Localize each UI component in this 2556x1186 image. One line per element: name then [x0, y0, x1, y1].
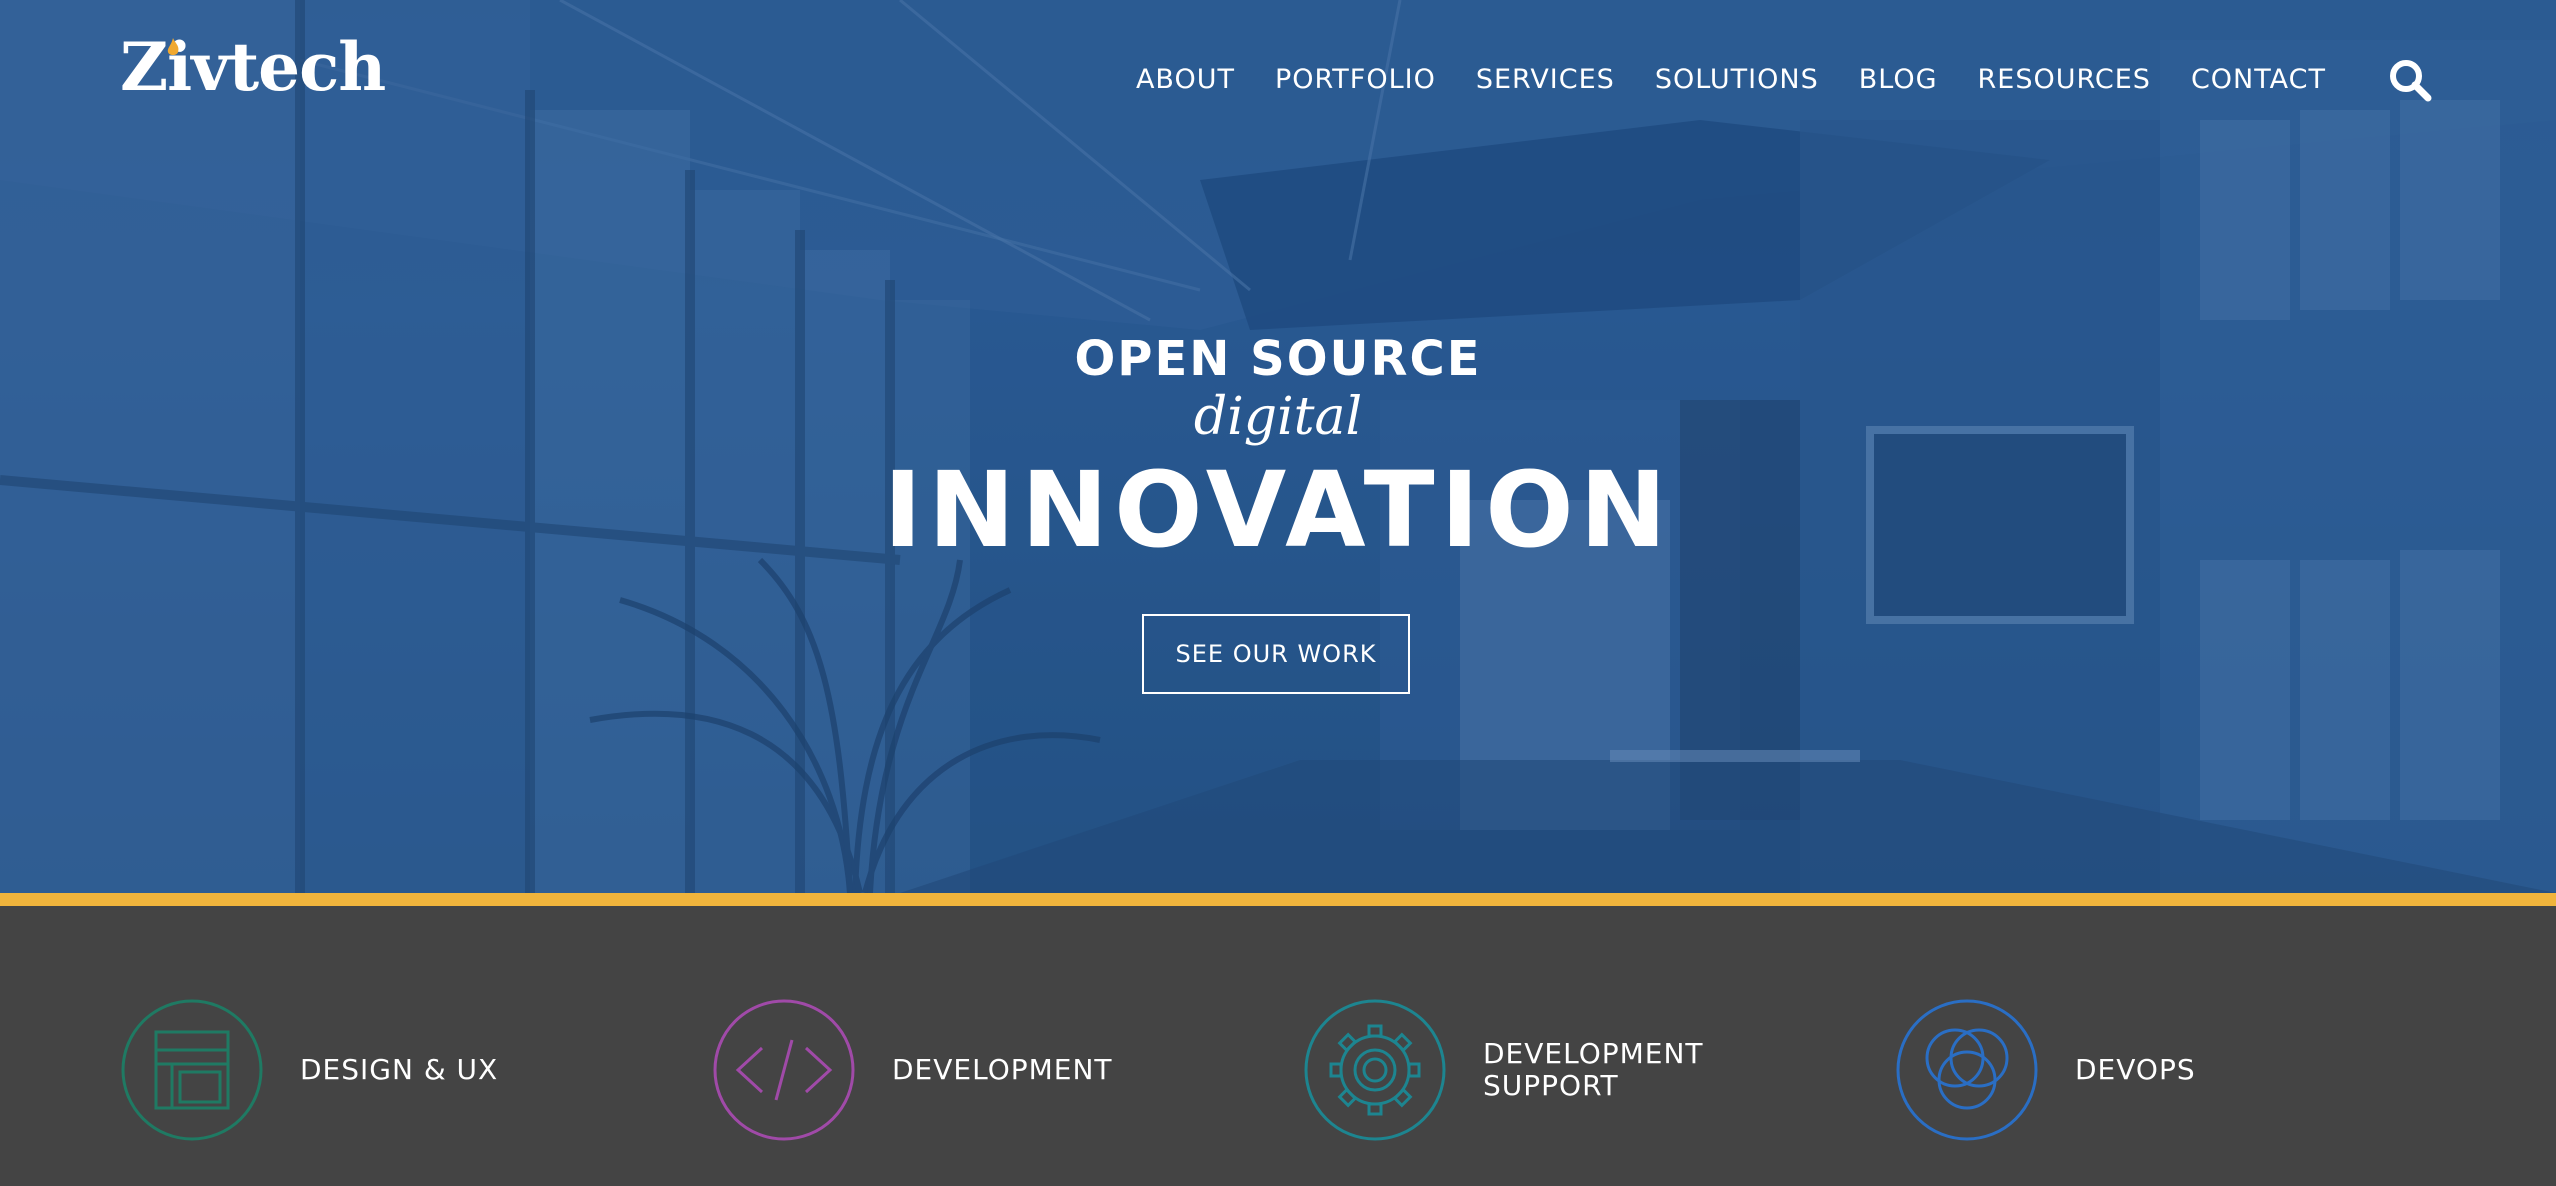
- main-nav: ABOUT PORTFOLIO SERVICES SOLUTIONS BLOG …: [1136, 60, 2326, 100]
- hero-headline-innovation: INNOVATION: [883, 449, 1673, 571]
- nav-solutions[interactable]: SOLUTIONS: [1655, 60, 1819, 100]
- code-icon: [713, 999, 855, 1141]
- nav-contact[interactable]: CONTACT: [2191, 60, 2326, 100]
- hero-section: Zivtech ABOUT PORTFOLIO SERVICES SOLUTIO…: [0, 0, 2556, 893]
- layout-icon: [121, 999, 263, 1141]
- hero-headline-digital: digital: [1193, 387, 1363, 447]
- service-label-development-support: DEVELOPMENT SUPPORT: [1483, 1037, 1704, 1102]
- service-development[interactable]: DEVELOPMENT: [712, 998, 1113, 1142]
- service-label-development: DEVELOPMENT: [892, 1053, 1113, 1086]
- nav-resources[interactable]: RESOURCES: [1978, 60, 2151, 100]
- service-design-ux[interactable]: DESIGN & UX: [120, 998, 498, 1142]
- nav-portfolio[interactable]: PORTFOLIO: [1275, 60, 1436, 100]
- gear-icon: [1304, 999, 1446, 1141]
- service-devops[interactable]: DEVOPS: [1895, 998, 2196, 1142]
- service-label-design-ux: DESIGN & UX: [300, 1053, 499, 1086]
- circles-icon: [1896, 999, 2038, 1141]
- see-our-work-button[interactable]: SEE OUR WORK: [1142, 614, 1410, 694]
- service-label-devops: DEVOPS: [2075, 1053, 2196, 1086]
- logo-flame-icon: [167, 38, 179, 55]
- nav-about[interactable]: ABOUT: [1136, 60, 1235, 100]
- hero-headline-open-source: OPEN SOURCE: [1074, 331, 1482, 387]
- services-bar: DESIGN & UX DEVELOPMENT DEVELOPMENT SUPP…: [0, 906, 2556, 1186]
- accent-stripe: [0, 893, 2556, 906]
- service-development-support[interactable]: DEVELOPMENT SUPPORT: [1303, 998, 1704, 1142]
- search-icon[interactable]: [2386, 56, 2434, 104]
- nav-blog[interactable]: BLOG: [1859, 60, 1938, 100]
- zivtech-logo[interactable]: Zivtech: [120, 28, 386, 106]
- logo-text: Zivtech: [120, 28, 386, 106]
- nav-services[interactable]: SERVICES: [1476, 60, 1615, 100]
